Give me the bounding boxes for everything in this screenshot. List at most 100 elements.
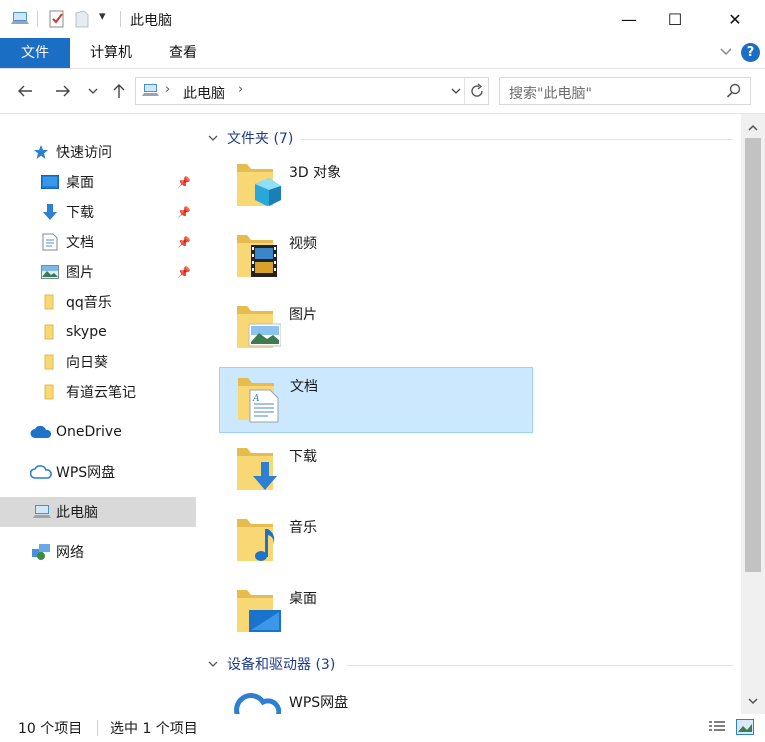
selection-count: 选中 1 个项目 xyxy=(110,721,198,737)
sidebar-item-label: 此电脑 xyxy=(56,505,98,521)
address-bar[interactable]: › 此电脑 › xyxy=(135,77,489,105)
folder-name: 视频 xyxy=(289,236,317,252)
quick-access-dropdown-icon[interactable]: ▾ xyxy=(99,9,106,24)
sidebar-item-youdao-note[interactable]: 有道云笔记 xyxy=(0,377,196,407)
pin-icon[interactable]: 📌 xyxy=(177,176,191,189)
folder-item-desktop[interactable]: 桌面 xyxy=(219,580,531,644)
up-icon[interactable] xyxy=(106,69,132,113)
folder-item-videos[interactable]: 视频 xyxy=(219,225,531,289)
divider xyxy=(37,11,38,27)
breadcrumb-this-pc[interactable]: 此电脑 xyxy=(183,83,225,103)
sidebar-item-pictures[interactable]: 图片 📌 xyxy=(0,257,196,287)
folder-name: 音乐 xyxy=(289,520,317,536)
window-title: 此电脑 xyxy=(130,13,172,29)
folder-icon xyxy=(40,354,58,370)
folder-item-3d-objects[interactable]: 3D 对象 xyxy=(219,154,531,218)
scrollbar-thumb[interactable] xyxy=(745,138,761,572)
search-input[interactable]: 搜索"此电脑" xyxy=(499,77,751,105)
sidebar-item-label: 文档 xyxy=(66,235,94,251)
new-folder-icon[interactable] xyxy=(74,10,90,28)
sidebar-item-label: 向日葵 xyxy=(66,355,108,371)
documents-folder-icon: A xyxy=(234,374,282,424)
pin-icon[interactable]: 📌 xyxy=(177,206,191,219)
help-icon[interactable]: ? xyxy=(741,43,760,62)
sidebar-item-label: 快速访问 xyxy=(56,145,112,161)
sidebar-item-label: 下载 xyxy=(66,205,94,221)
tab-file[interactable]: 文件 xyxy=(0,38,70,68)
title-bar: ▾ 此电脑 — ☐ ✕ xyxy=(0,0,765,38)
sidebar-item-label: 有道云笔记 xyxy=(66,385,136,401)
drive-name: WPS网盘 xyxy=(289,695,349,711)
folder-item-documents[interactable]: A 文档 xyxy=(219,367,533,433)
computer-icon xyxy=(32,504,52,520)
group-divider xyxy=(347,665,733,666)
minimize-button[interactable]: — xyxy=(606,0,652,38)
download-icon xyxy=(41,204,59,220)
picture-icon xyxy=(41,264,59,280)
document-icon xyxy=(41,233,59,251)
group-title: 设备和驱动器 (3) xyxy=(227,657,336,673)
expand-ribbon-icon[interactable] xyxy=(718,43,734,63)
desktop-folder-icon xyxy=(233,586,281,636)
pictures-folder-icon xyxy=(233,302,282,352)
svg-text:A: A xyxy=(252,394,260,404)
folder-item-pictures[interactable]: 图片 xyxy=(219,296,531,360)
sidebar-item-documents[interactable]: 文档 📌 xyxy=(0,227,196,257)
chevron-down-icon xyxy=(208,135,218,141)
cloud-outline-icon xyxy=(30,464,52,480)
network-icon xyxy=(31,544,51,560)
recent-locations-icon[interactable] xyxy=(84,69,102,113)
group-header-devices[interactable]: 设备和驱动器 (3) xyxy=(207,652,335,676)
sidebar-item-wps-cloud[interactable]: WPS网盘 xyxy=(0,457,196,487)
sidebar-item-label: 图片 xyxy=(66,265,94,281)
tab-computer[interactable]: 计算机 xyxy=(76,38,146,68)
group-header-folders[interactable]: 文件夹 (7) xyxy=(207,126,293,150)
sidebar-item-skype[interactable]: skype xyxy=(0,317,196,347)
navigation-bar: › 此电脑 › 搜索"此电脑" xyxy=(0,69,765,114)
large-icons-view-icon[interactable] xyxy=(736,719,754,739)
folder-name: 下载 xyxy=(289,449,317,465)
drive-item-wps-cloud[interactable]: WPS网盘 xyxy=(219,680,531,714)
sidebar-item-network[interactable]: 网络 xyxy=(0,537,196,567)
divider xyxy=(97,720,98,736)
address-dropdown-icon[interactable] xyxy=(450,85,462,101)
folder-item-downloads[interactable]: 下载 xyxy=(219,438,531,502)
breadcrumb-chevron-icon[interactable]: › xyxy=(165,82,170,97)
back-icon[interactable] xyxy=(12,69,38,113)
status-bar: 10 个项目 选中 1 个项目 xyxy=(0,714,765,742)
pin-icon[interactable]: 📌 xyxy=(177,236,191,249)
search-icon[interactable] xyxy=(726,83,742,103)
sidebar-item-qqmusic[interactable]: qq音乐 xyxy=(0,287,196,317)
divider xyxy=(464,78,465,104)
folder-item-music[interactable]: 音乐 xyxy=(219,509,531,573)
sidebar-item-sunflower[interactable]: 向日葵 xyxy=(0,347,196,377)
maximize-button[interactable]: ☐ xyxy=(652,0,698,38)
refresh-icon[interactable] xyxy=(469,83,485,103)
folder-name: 桌面 xyxy=(289,591,317,607)
downloads-folder-icon xyxy=(233,444,281,494)
navigation-pane: 快速访问 桌面 📌 下载 📌 文档 📌 图片 📌 qq音乐 skype 向日葵 … xyxy=(0,114,198,714)
details-view-icon[interactable] xyxy=(708,719,726,739)
properties-icon[interactable] xyxy=(48,10,66,28)
forward-icon[interactable] xyxy=(50,69,76,113)
vertical-scrollbar[interactable] xyxy=(741,114,765,714)
sidebar-item-downloads[interactable]: 下载 📌 xyxy=(0,197,196,227)
computer-icon xyxy=(142,83,160,103)
sidebar-item-quick-access[interactable]: 快速访问 xyxy=(0,137,196,167)
item-count: 10 个项目 xyxy=(18,721,83,737)
computer-icon[interactable] xyxy=(10,10,30,28)
tab-view[interactable]: 查看 xyxy=(150,38,216,68)
close-button[interactable]: ✕ xyxy=(712,0,758,38)
music-folder-icon xyxy=(233,515,281,565)
scroll-up-icon[interactable] xyxy=(747,121,759,137)
divider xyxy=(120,11,121,27)
sidebar-item-this-pc[interactable]: 此电脑 xyxy=(0,497,196,527)
scroll-down-icon[interactable] xyxy=(747,694,759,710)
wps-cloud-drive-icon xyxy=(233,688,282,714)
sidebar-item-onedrive[interactable]: OneDrive xyxy=(0,417,196,447)
sidebar-item-desktop[interactable]: 桌面 📌 xyxy=(0,167,196,197)
cloud-icon xyxy=(30,424,52,440)
sidebar-item-label: 网络 xyxy=(56,545,84,561)
breadcrumb-chevron-icon[interactable]: › xyxy=(238,82,243,97)
pin-icon[interactable]: 📌 xyxy=(177,266,191,279)
